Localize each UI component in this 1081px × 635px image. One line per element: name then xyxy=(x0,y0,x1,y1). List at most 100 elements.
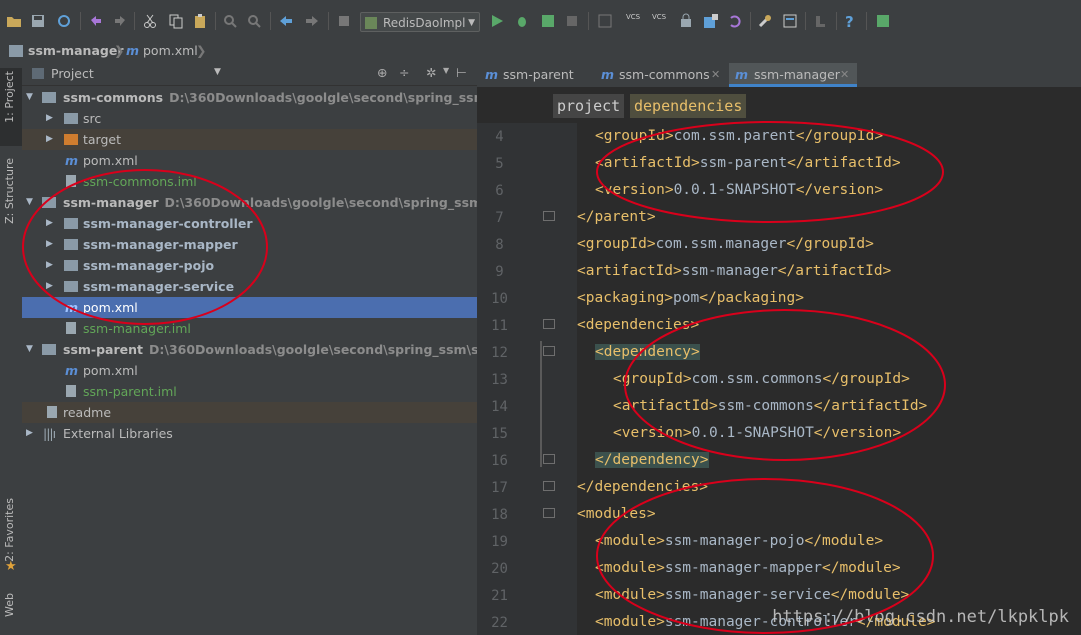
chevron-down-icon[interactable]: ▼ xyxy=(26,192,33,213)
undo-icon[interactable] xyxy=(88,13,104,29)
code-line[interactable]: <version>0.0.1-SNAPSHOT</version> xyxy=(595,182,883,198)
xml-breadcrumb-project[interactable]: project xyxy=(553,94,625,118)
sdk-icon[interactable] xyxy=(812,13,828,29)
vcs-compare-icon[interactable] xyxy=(678,13,694,29)
fold-marker-icon[interactable] xyxy=(543,481,555,491)
gear-icon[interactable]: ✲ xyxy=(426,65,436,80)
collapse-all-icon[interactable]: ÷ xyxy=(399,65,409,80)
stop-icon[interactable] xyxy=(564,13,580,29)
fold-marker-icon[interactable] xyxy=(543,346,555,356)
run-icon[interactable] xyxy=(489,13,505,29)
tree-node-iml[interactable]: ssm-commons.iml xyxy=(22,171,477,192)
chevron-down-icon[interactable]: ▼ xyxy=(214,67,221,77)
forward-icon[interactable] xyxy=(304,13,320,29)
chevron-right-icon[interactable]: ▶ xyxy=(46,108,53,129)
settings-icon[interactable] xyxy=(757,13,773,29)
chevron-right-icon[interactable]: ▶ xyxy=(46,255,53,276)
cut-icon[interactable] xyxy=(142,13,158,29)
code-line[interactable]: </dependency> xyxy=(595,452,709,468)
tree-node-ssm-commons[interactable]: ▼ ssm-commons D:\360Downloads\goolgle\sec… xyxy=(22,87,540,108)
chevron-right-icon[interactable]: ▶ xyxy=(46,276,53,297)
xml-breadcrumb-dependencies[interactable]: dependencies xyxy=(630,94,747,118)
chevron-right-icon[interactable]: ▶ xyxy=(46,213,53,234)
code-line[interactable]: <module>ssm-manager-service</module> xyxy=(595,587,909,603)
save-icon[interactable] xyxy=(30,13,46,29)
replace-icon[interactable] xyxy=(246,13,262,29)
back-icon[interactable] xyxy=(278,13,294,29)
coverage-icon[interactable] xyxy=(540,13,556,29)
code-line[interactable]: <module>ssm-manager-pojo</module> xyxy=(595,533,883,549)
tree-node-external-libraries[interactable]: ▶ |||ı External Libraries xyxy=(22,423,477,444)
tree-node-iml[interactable]: ssm-parent.iml xyxy=(22,381,477,402)
tree-node-target[interactable]: ▶ target xyxy=(22,129,477,150)
code-line[interactable]: <groupId>com.ssm.commons</groupId> xyxy=(613,371,910,387)
chevron-right-icon[interactable]: ▶ xyxy=(46,129,53,150)
chevron-down-icon[interactable]: ▼ xyxy=(26,87,33,108)
tree-node-ssm-manager[interactable]: ▼ ssm-manager D:\360Downloads\goolgle\sec… xyxy=(22,192,541,213)
scroll-from-source-icon[interactable]: ⊕ xyxy=(377,65,387,80)
terminal-icon[interactable] xyxy=(875,13,891,29)
code-line[interactable]: <dependencies> xyxy=(577,317,699,333)
sync-icon[interactable] xyxy=(56,13,72,29)
open-icon[interactable] xyxy=(6,13,22,29)
project-structure-icon[interactable] xyxy=(782,13,798,29)
code-line[interactable]: <artifactId>ssm-commons</artifactId> xyxy=(613,398,927,414)
code-line[interactable]: </dependencies> xyxy=(577,479,708,495)
find-icon[interactable] xyxy=(222,13,238,29)
tree-node-src[interactable]: ▶ src xyxy=(22,108,477,129)
tab-ssm-manager[interactable]: m ssm-manager ✕ xyxy=(729,63,857,87)
vcs-update-icon[interactable] xyxy=(597,13,613,29)
tree-node-mapper[interactable]: ▶ ssm-manager-mapper xyxy=(22,234,477,255)
project-tool-tab[interactable]: 1: Project xyxy=(3,71,16,123)
code-line[interactable]: <artifactId>ssm-manager</artifactId> xyxy=(577,263,891,279)
code-line[interactable]: <groupId>com.ssm.parent</groupId> xyxy=(595,128,883,144)
paste-icon[interactable] xyxy=(192,13,208,29)
fold-marker-icon[interactable] xyxy=(543,508,555,518)
tree-node-pom-selected[interactable]: m pom.xml xyxy=(22,297,477,318)
favorites-tool-tab[interactable]: 2: Favorites xyxy=(3,498,16,562)
code-line[interactable]: <packaging>pom</packaging> xyxy=(577,290,804,306)
code-line[interactable]: <version>0.0.1-SNAPSHOT</version> xyxy=(613,425,901,441)
vcs-history-icon[interactable]: VCS xyxy=(652,13,668,29)
code-line[interactable]: <modules> xyxy=(577,506,656,522)
tree-node-pojo[interactable]: ▶ ssm-manager-pojo xyxy=(22,255,477,276)
build-icon[interactable] xyxy=(336,13,352,29)
project-view-title[interactable]: Project xyxy=(51,66,94,81)
tree-node-iml[interactable]: ssm-manager.iml xyxy=(22,318,477,339)
web-tool-tab[interactable]: Web xyxy=(3,593,16,617)
tree-node-pom[interactable]: m pom.xml xyxy=(22,360,477,381)
close-icon[interactable]: ✕ xyxy=(840,63,849,87)
code-line[interactable]: </parent> xyxy=(577,209,656,225)
breadcrumb-file[interactable]: pom.xml xyxy=(143,43,198,58)
fold-marker-icon[interactable] xyxy=(543,211,555,221)
debug-icon[interactable] xyxy=(514,13,530,29)
close-icon[interactable]: ✕ xyxy=(711,63,720,87)
tree-node-service[interactable]: ▶ ssm-manager-service xyxy=(22,276,477,297)
structure-tool-tab[interactable]: Z: Structure xyxy=(3,158,16,224)
hide-panel-icon[interactable]: ⊢ xyxy=(456,65,467,80)
code-line[interactable]: <artifactId>ssm-parent</artifactId> xyxy=(595,155,901,171)
help-icon[interactable]: ? xyxy=(845,13,861,31)
vcs-commit-icon[interactable]: VCS xyxy=(626,13,642,29)
breadcrumb-module[interactable]: ssm-manager xyxy=(28,43,123,58)
chevron-down-icon[interactable]: ▼ xyxy=(26,339,33,360)
vcs-branch-icon[interactable] xyxy=(703,13,719,29)
code-line[interactable]: <dependency> xyxy=(595,344,700,360)
fold-marker-icon[interactable] xyxy=(543,454,555,464)
run-configuration-select[interactable]: RedisDaoImpl ▼ xyxy=(360,12,480,32)
chevron-right-icon[interactable]: ▶ xyxy=(26,423,33,444)
chevron-right-icon[interactable]: ▶ xyxy=(46,234,53,255)
tree-node-ssm-parent[interactable]: ▼ ssm-parent D:\360Downloads\goolgle\seco… xyxy=(22,339,545,360)
tree-node-pom[interactable]: m pom.xml xyxy=(22,150,477,171)
tree-node-controller[interactable]: ▶ ssm-manager-controller xyxy=(22,213,477,234)
tree-node-readme[interactable]: readme xyxy=(22,402,477,423)
vcs-revert-icon[interactable] xyxy=(727,13,743,29)
chevron-down-icon[interactable]: ▼ xyxy=(443,66,449,75)
copy-icon[interactable] xyxy=(168,13,184,29)
tab-ssm-commons[interactable]: m ssm-commons ✕ xyxy=(597,63,725,87)
code-line[interactable]: <module>ssm-manager-mapper</module> xyxy=(595,560,901,576)
code-line[interactable]: <groupId>com.ssm.manager</groupId> xyxy=(577,236,874,252)
fold-marker-icon[interactable] xyxy=(543,319,555,329)
tab-ssm-parent[interactable]: m ssm-parent xyxy=(481,63,591,87)
redo-icon[interactable] xyxy=(112,13,128,29)
